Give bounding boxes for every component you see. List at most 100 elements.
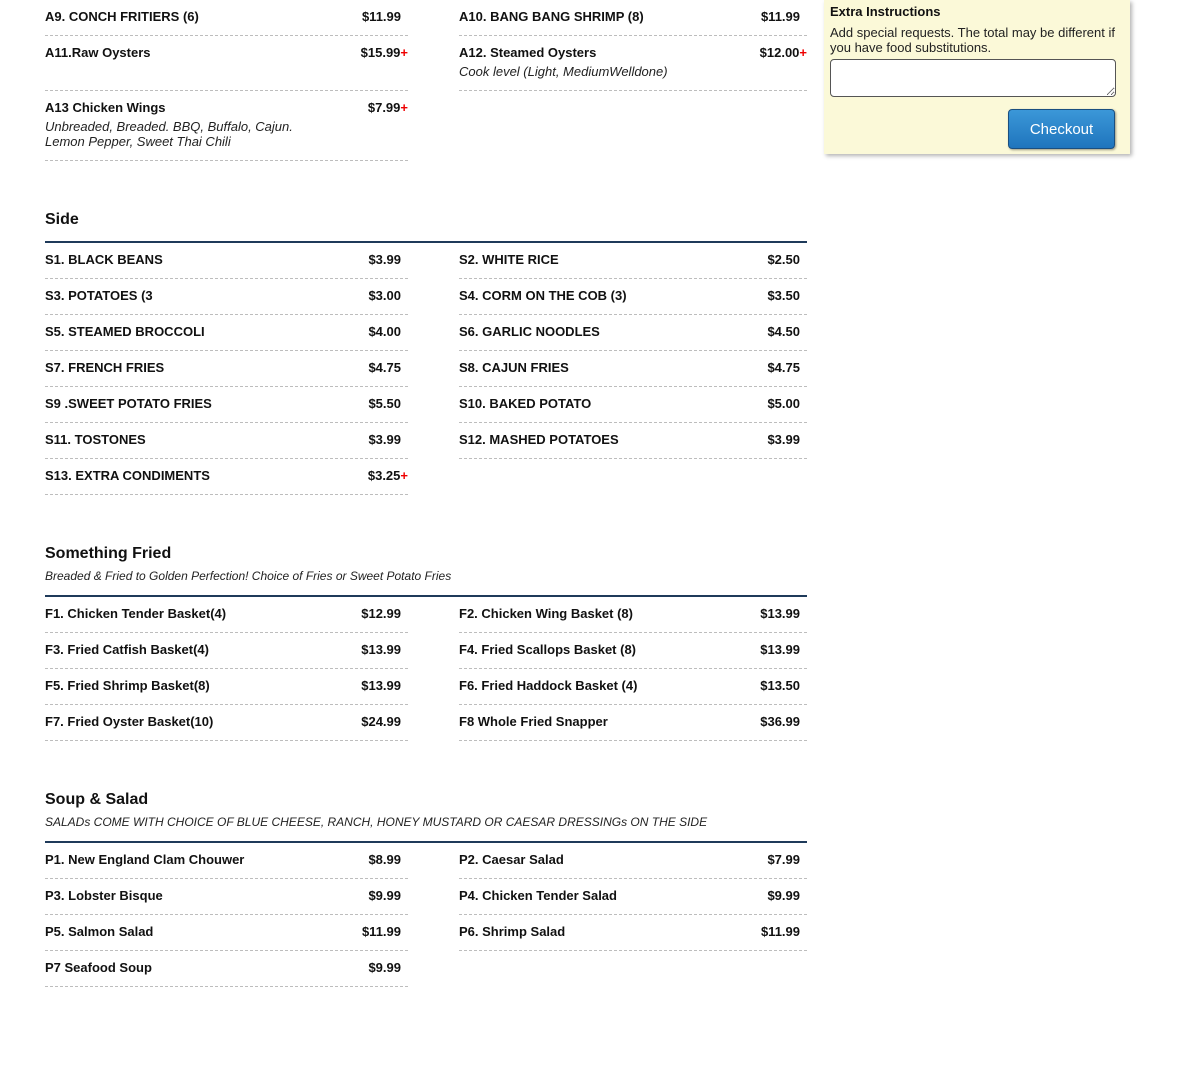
- menu-item[interactable]: S1. BLACK BEANS $3.99: [45, 243, 408, 279]
- menu-item[interactable]: P6. Shrimp Salad $11.99: [459, 915, 807, 951]
- menu-item[interactable]: S12. MASHED POTATOES $3.99: [459, 423, 807, 459]
- menu-item-row: S8. CAJUN FRIES $4.75: [459, 360, 807, 375]
- menu-item-name: P3. Lobster Bisque: [45, 888, 163, 903]
- menu-sections: Side S1. BLACK BEANS $3.99 S2. WHITE RICE $2…: [45, 211, 807, 987]
- menu-item[interactable]: S3. POTATOES (3 $3.00: [45, 279, 408, 315]
- menu-item-price-value: $8.99: [368, 852, 401, 867]
- menu-item[interactable]: S10. BAKED POTATO $5.00: [459, 387, 807, 423]
- menu-item-price: $13.99: [339, 678, 408, 693]
- extra-instructions-input[interactable]: [830, 59, 1116, 97]
- menu-item-price: $13.99: [738, 606, 807, 621]
- menu-item[interactable]: F3. Fried Catfish Basket(4) $13.99: [45, 633, 408, 669]
- menu-item-price-value: $13.99: [760, 642, 800, 657]
- menu-item-row: S10. BAKED POTATO $5.00: [459, 396, 807, 411]
- menu-item-price: $12.00+: [745, 45, 807, 60]
- menu-item[interactable]: S8. CAJUN FRIES $4.75: [459, 351, 807, 387]
- menu-item[interactable]: P5. Salmon Salad $11.99: [45, 915, 408, 951]
- menu-item[interactable]: S4. CORM ON THE COB (3) $3.50: [459, 279, 807, 315]
- extra-instructions-panel: Extra Instructions Add special requests.…: [824, 0, 1130, 154]
- menu-item-price-value: $13.50: [760, 678, 800, 693]
- section-title: Side: [45, 211, 807, 229]
- menu-item[interactable]: A13 Chicken Wings $7.99+ Unbreaded, Breade…: [45, 91, 408, 161]
- menu-item[interactable]: F5. Fried Shrimp Basket(8) $13.99: [45, 669, 408, 705]
- menu-section: Side S1. BLACK BEANS $3.99 S2. WHITE RICE $2…: [45, 211, 807, 495]
- menu-item-price-value: $5.00: [767, 396, 800, 411]
- menu-item-price-value: $4.00: [368, 324, 401, 339]
- menu-item-name: S8. CAJUN FRIES: [459, 360, 569, 375]
- menu-item-name: F2. Chicken Wing Basket (8): [459, 606, 633, 621]
- menu-item[interactable]: F7. Fried Oyster Basket(10) $24.99: [45, 705, 408, 741]
- menu-item-price: $15.99+: [346, 45, 408, 60]
- menu-item-name: A10. BANG BANG SHRIMP (8): [459, 9, 644, 24]
- menu-item-name: F4. Fried Scallops Basket (8): [459, 642, 636, 657]
- menu-item[interactable]: S13. EXTRA CONDIMENTS $3.25+: [45, 459, 408, 495]
- menu-item-price: $3.99: [738, 432, 807, 447]
- menu-item-row: P4. Chicken Tender Salad $9.99: [459, 888, 807, 903]
- menu-item-price-value: $13.99: [760, 606, 800, 621]
- menu-item-price: $4.50: [738, 324, 807, 339]
- menu-item[interactable]: S9 .SWEET POTATO FRIES $5.50: [45, 387, 408, 423]
- menu-item-name: S13. EXTRA CONDIMENTS: [45, 468, 210, 483]
- add-options-icon: +: [400, 45, 408, 60]
- menu-item[interactable]: S6. GARLIC NOODLES $4.50: [459, 315, 807, 351]
- menu-item[interactable]: S7. FRENCH FRIES $4.75: [45, 351, 408, 387]
- menu-item-price-value: $11.99: [761, 924, 800, 939]
- menu-item-price-value: $7.99: [767, 852, 800, 867]
- menu-item[interactable]: P7 Seafood Soup $9.99: [45, 951, 408, 987]
- menu-item-row: P2. Caesar Salad $7.99: [459, 852, 807, 867]
- menu-item-row: S4. CORM ON THE COB (3) $3.50: [459, 288, 807, 303]
- menu-item-price: $9.99: [339, 960, 408, 975]
- add-options-icon: +: [799, 45, 807, 60]
- menu-item[interactable]: S5. STEAMED BROCCOLI $4.00: [45, 315, 408, 351]
- menu: A9. CONCH FRITIERS (6) $11.99 A10. BANG BA…: [45, 0, 807, 987]
- menu-item-price: $7.99: [738, 852, 807, 867]
- menu-item[interactable]: P4. Chicken Tender Salad $9.99: [459, 879, 807, 915]
- menu-item-price-value: $3.00: [368, 288, 401, 303]
- menu-item-price: $24.99: [339, 714, 408, 729]
- menu-item-name: S2. WHITE RICE: [459, 252, 559, 267]
- section-items-grid: P1. New England Clam Chouwer $8.99 P2. Cae…: [45, 843, 807, 987]
- menu-item-price: $12.99: [339, 606, 408, 621]
- menu-item[interactable]: S2. WHITE RICE $2.50: [459, 243, 807, 279]
- menu-item-name: F5. Fried Shrimp Basket(8): [45, 678, 210, 693]
- menu-item[interactable]: F1. Chicken Tender Basket(4) $12.99: [45, 597, 408, 633]
- menu-item-price: $13.99: [339, 642, 408, 657]
- menu-item-price-value: $4.50: [767, 324, 800, 339]
- menu-item-price-value: $5.50: [368, 396, 401, 411]
- menu-item[interactable]: P2. Caesar Salad $7.99: [459, 843, 807, 879]
- add-options-icon: +: [400, 468, 408, 483]
- menu-item-price: $7.99+: [346, 100, 408, 115]
- menu-item-price-value: $13.99: [361, 642, 401, 657]
- menu-item[interactable]: S11. TOSTONES $3.99: [45, 423, 408, 459]
- menu-item-row: F7. Fried Oyster Basket(10) $24.99: [45, 714, 408, 729]
- menu-section: Soup & Salad SALADs COME WITH CHOICE OF B…: [45, 791, 807, 987]
- menu-item-price: $4.00: [339, 324, 408, 339]
- menu-item[interactable]: A10. BANG BANG SHRIMP (8) $11.99: [459, 0, 807, 36]
- menu-item[interactable]: A12. Steamed Oysters $12.00+ Cook level (L…: [459, 36, 807, 91]
- menu-item-price-value: $9.99: [368, 888, 401, 903]
- menu-item-price: $5.00: [738, 396, 807, 411]
- menu-item-price: $4.75: [339, 360, 408, 375]
- panel-help-text: Add special requests. The total may be d…: [830, 25, 1124, 55]
- menu-item-name: A12. Steamed Oysters: [459, 45, 596, 60]
- menu-item[interactable]: A9. CONCH FRITIERS (6) $11.99: [45, 0, 408, 36]
- menu-item[interactable]: P1. New England Clam Chouwer $8.99: [45, 843, 408, 879]
- add-options-icon: +: [400, 100, 408, 115]
- menu-item-price: $5.50: [339, 396, 408, 411]
- menu-item[interactable]: F6. Fried Haddock Basket (4) $13.50: [459, 669, 807, 705]
- menu-item-row: S3. POTATOES (3 $3.00: [45, 288, 408, 303]
- checkout-button[interactable]: Checkout: [1008, 109, 1115, 149]
- menu-item[interactable]: F4. Fried Scallops Basket (8) $13.99: [459, 633, 807, 669]
- menu-item[interactable]: A11.Raw Oysters $15.99+: [45, 36, 408, 91]
- menu-item[interactable]: F2. Chicken Wing Basket (8) $13.99: [459, 597, 807, 633]
- menu-item-price: $11.99: [738, 9, 807, 24]
- menu-item-row: S11. TOSTONES $3.99: [45, 432, 408, 447]
- menu-item[interactable]: F8 Whole Fried Snapper $36.99: [459, 705, 807, 741]
- menu-item-price-value: $9.99: [368, 960, 401, 975]
- menu-item-price: $3.99: [339, 432, 408, 447]
- menu-item-price-value: $7.99: [368, 100, 401, 115]
- menu-item-price: $2.50: [738, 252, 807, 267]
- menu-item-name: F8 Whole Fried Snapper: [459, 714, 608, 729]
- menu-item-price-value: $24.99: [361, 714, 401, 729]
- menu-item[interactable]: P3. Lobster Bisque $9.99: [45, 879, 408, 915]
